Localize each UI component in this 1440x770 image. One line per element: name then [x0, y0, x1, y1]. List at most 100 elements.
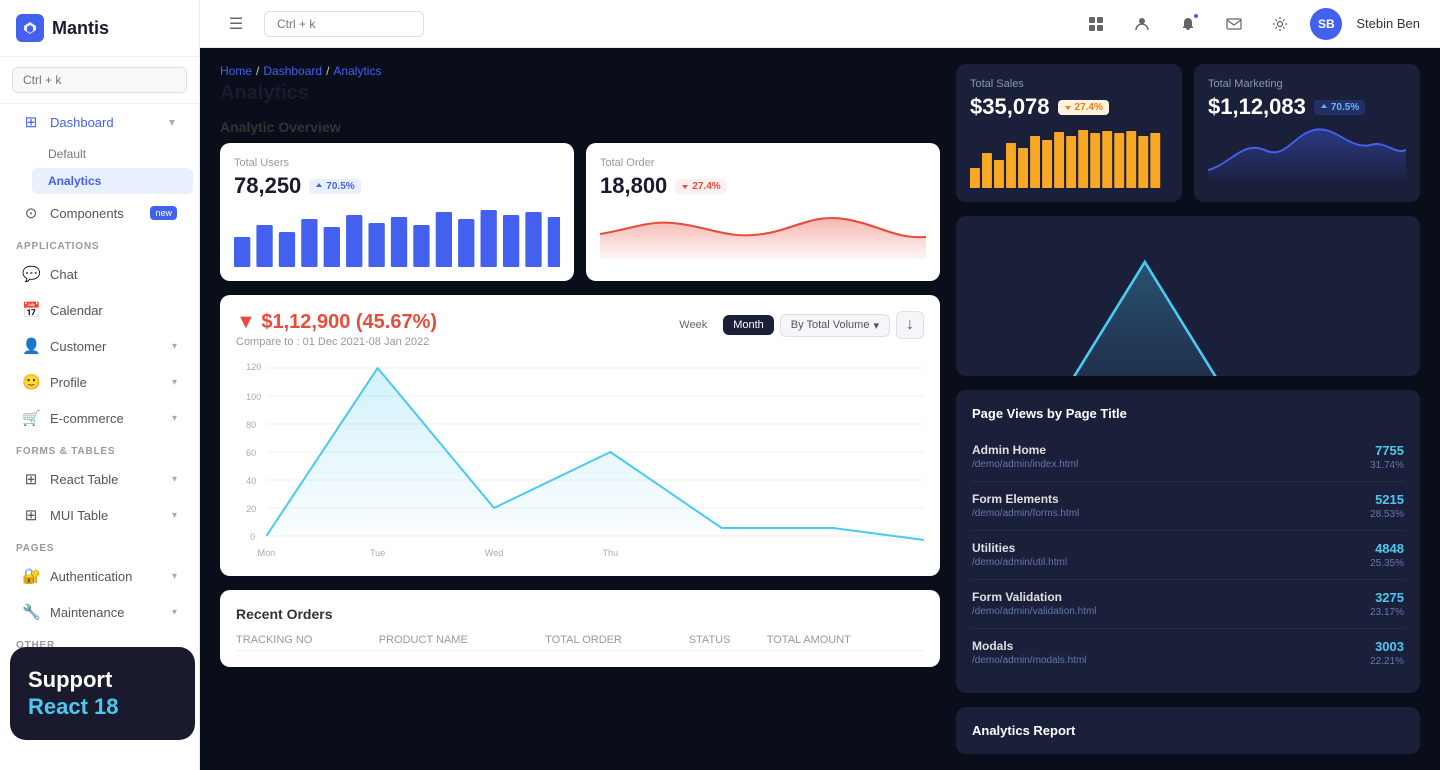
page-views-title: Page Views by Page Title	[972, 406, 1404, 421]
section-label-pages: Pages	[0, 533, 199, 558]
pv-page-name: Modals	[972, 639, 1087, 653]
income-compare: Compare to : 01 Dec 2021-08 Jan 2022	[236, 336, 437, 348]
dark-stat-cards-row: Total Sales $35,078 27.4%	[956, 64, 1420, 202]
stat-value-users: 78,250 70.5%	[234, 173, 560, 199]
analytic-overview-section: Analytic Overview Total Users 78,250 70.…	[220, 119, 940, 281]
page-views-card: Page Views by Page Title Admin Home /dem…	[956, 390, 1420, 693]
income-controls: Week Month By Total Volume ▾ ↓	[669, 311, 924, 339]
svg-text:Mon: Mon	[257, 548, 275, 558]
sidebar-item-profile[interactable]: 🙂 Profile ▾	[6, 365, 193, 399]
recent-orders-card: Recent Orders TRACKING NO PRODUCT NAME T…	[220, 590, 940, 667]
sidebar-item-components[interactable]: ⊙ Components new	[6, 196, 193, 230]
chevron-down-icon-2: ▾	[172, 377, 177, 388]
dark-stat-badge-sales: 27.4%	[1058, 100, 1109, 115]
pv-count: 3003	[1370, 639, 1404, 654]
support-popup-subtitle: React 18	[28, 694, 177, 720]
section-label-applications: Applications	[0, 231, 199, 256]
pv-pct: 22.21%	[1370, 656, 1404, 667]
col-tracking: TRACKING NO	[236, 630, 379, 651]
stat-label-order: Total Order	[600, 157, 926, 169]
settings-icon-button[interactable]	[1264, 8, 1296, 40]
sidebar: Mantis ⊞ Dashboard ▲ Default Analytics ⊙…	[0, 0, 200, 770]
main-content: Home / Dashboard / Analytics Analytics A…	[200, 48, 1440, 770]
income-overview-card: ▼ $1,12,900 (45.67%) Compare to : 01 Dec…	[220, 295, 940, 576]
page-views-list: Admin Home /demo/admin/index.html 7755 3…	[972, 433, 1404, 677]
sidebar-item-default[interactable]: Default	[32, 141, 193, 167]
svg-text:100: 100	[246, 392, 261, 402]
dashboard-icon: ⊞	[22, 113, 40, 131]
sidebar-item-mui-table[interactable]: ⊞ MUI Table ▾	[6, 498, 193, 532]
stat-badge-users: 70.5%	[309, 179, 360, 194]
chat-icon: 💬	[22, 265, 40, 283]
mail-icon-button[interactable]	[1218, 8, 1250, 40]
dark-stat-value-marketing: $1,12,083 70.5%	[1208, 94, 1406, 120]
stat-badge-order: 27.4%	[675, 179, 726, 194]
notifications-button[interactable]	[1172, 8, 1204, 40]
svg-text:80: 80	[246, 420, 256, 430]
stat-card-total-users: Total Users 78,250 70.5%	[220, 143, 574, 281]
order-area-chart	[600, 199, 926, 259]
income-line-chart: 120 100 80 60 40 20 0	[236, 360, 924, 560]
breadcrumb-dashboard[interactable]: Dashboard	[263, 64, 322, 78]
dark-stat-badge-marketing: 70.5%	[1314, 100, 1365, 115]
person-icon-button[interactable]	[1126, 8, 1158, 40]
auth-icon: 🔐	[22, 567, 40, 585]
sidebar-item-dashboard[interactable]: ⊞ Dashboard ▲	[6, 105, 193, 139]
grid-icon-button[interactable]	[1080, 8, 1112, 40]
logo-icon	[16, 14, 44, 42]
dark-stat-label-marketing: Total Marketing	[1208, 78, 1406, 90]
user-avatar[interactable]: SB	[1310, 8, 1342, 40]
pv-page-url: /demo/admin/util.html	[972, 557, 1067, 568]
marketing-area-chart	[1208, 120, 1406, 180]
week-tab-button[interactable]: Week	[669, 315, 717, 335]
left-panel: Home / Dashboard / Analytics Analytics A…	[220, 64, 940, 754]
sidebar-item-react-table[interactable]: ⊞ React Table ▾	[6, 462, 193, 496]
dark-stat-label-sales: Total Sales	[970, 78, 1168, 90]
pv-page-name: Admin Home	[972, 443, 1078, 457]
analytic-overview-title: Analytic Overview	[220, 119, 940, 135]
menu-toggle-button[interactable]: ☰	[220, 8, 252, 40]
sidebar-item-customer[interactable]: 👤 Customer ▾	[6, 329, 193, 363]
chevron-down-icon: ▾	[172, 341, 177, 352]
chevron-down-icon-6: ▾	[172, 571, 177, 582]
dark-stat-card-sales: Total Sales $35,078 27.4%	[956, 64, 1182, 202]
breadcrumb-area: Home / Dashboard / Analytics Analytics	[220, 64, 940, 105]
sidebar-item-analytics[interactable]: Analytics	[32, 168, 193, 194]
col-total-amount: TOTAL AMOUNT	[767, 630, 924, 651]
income-amount: ▼ $1,12,900 (45.67%)	[236, 311, 437, 334]
col-total-order: TOTAL ORDER	[545, 630, 689, 651]
profile-icon: 🙂	[22, 373, 40, 391]
analytics-report-card: Analytics Report	[956, 707, 1420, 754]
stat-cards-row: Total Users 78,250 70.5%	[220, 143, 940, 281]
month-tab-button[interactable]: Month	[723, 315, 774, 335]
ecommerce-icon: 🛒	[22, 409, 40, 427]
breadcrumb-current: Analytics	[333, 64, 381, 78]
download-button[interactable]: ↓	[896, 311, 924, 339]
chevron-down-icon-7: ▾	[172, 607, 177, 618]
sidebar-item-calendar[interactable]: 📅 Calendar	[6, 293, 193, 327]
pv-page-url: /demo/admin/modals.html	[972, 655, 1087, 666]
support-react18-popup[interactable]: Support React 18	[10, 647, 195, 740]
table-icon: ⊞	[22, 470, 40, 488]
sidebar-item-authentication[interactable]: 🔐 Authentication ▾	[6, 559, 193, 593]
chevron-down-icon-3: ▾	[172, 413, 177, 424]
pv-page-name: Utilities	[972, 541, 1067, 555]
sidebar-search-input[interactable]	[12, 67, 187, 93]
notification-dot	[1192, 12, 1200, 20]
calendar-icon: 📅	[22, 301, 40, 319]
breadcrumb-home[interactable]: Home	[220, 64, 252, 78]
top-search-input[interactable]	[264, 11, 424, 37]
volume-select-button[interactable]: By Total Volume ▾	[780, 314, 890, 337]
analytics-report-title: Analytics Report	[972, 723, 1404, 738]
pv-pct: 31.74%	[1370, 460, 1404, 471]
col-product: PRODUCT NAME	[379, 630, 545, 651]
section-label-forms-tables: Forms & Tables	[0, 436, 199, 461]
pv-page-url: /demo/admin/index.html	[972, 459, 1078, 470]
right-panel: Total Sales $35,078 27.4%	[956, 64, 1420, 754]
maintenance-icon: 🔧	[22, 603, 40, 621]
chevron-down-icon-4: ▾	[172, 474, 177, 485]
sidebar-item-ecommerce[interactable]: 🛒 E-commerce ▾	[6, 401, 193, 435]
sidebar-item-chat[interactable]: 💬 Chat	[6, 257, 193, 291]
chevron-up-icon: ▲	[167, 117, 177, 128]
sidebar-item-maintenance[interactable]: 🔧 Maintenance ▾	[6, 595, 193, 629]
